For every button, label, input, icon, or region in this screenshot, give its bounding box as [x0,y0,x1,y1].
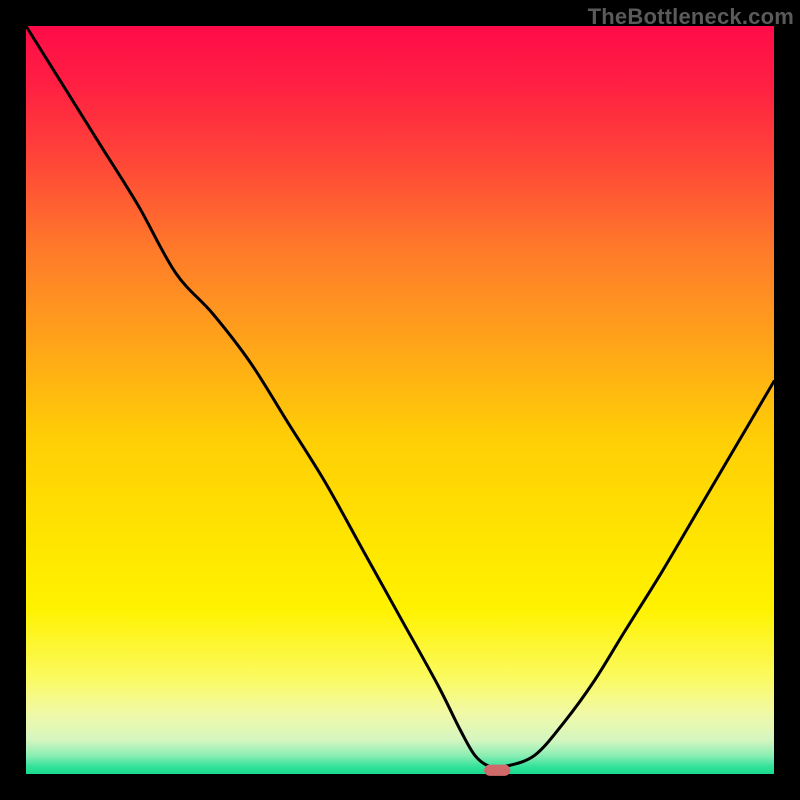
plot-background [26,26,774,774]
chart-container: TheBottleneck.com [0,0,800,800]
bottleneck-chart [0,0,800,800]
watermark-text: TheBottleneck.com [588,4,794,30]
optimum-marker [484,765,510,776]
